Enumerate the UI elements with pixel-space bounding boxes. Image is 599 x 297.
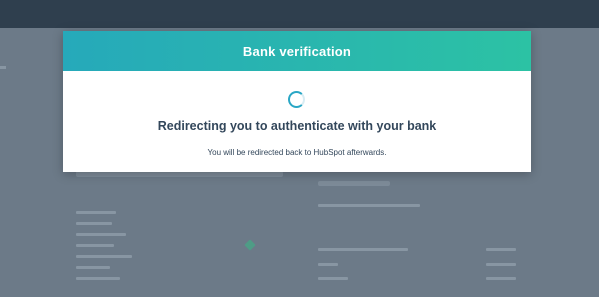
background-summary-value — [486, 248, 516, 251]
bank-verification-dialog: Bank verification Redirecting you to aut… — [63, 31, 531, 172]
background-detail-line — [76, 255, 132, 258]
dialog-title: Bank verification — [242, 43, 352, 59]
dialog-header: Bank verification — [63, 31, 531, 71]
background-summary-heading — [318, 181, 390, 186]
background-detail-line — [76, 244, 114, 247]
loading-spinner-icon — [288, 91, 305, 108]
background-summary-value — [486, 263, 516, 266]
redirect-subtext: You will be redirected back to HubSpot a… — [207, 148, 387, 157]
background-summary-row — [318, 248, 408, 251]
background-detail-line — [76, 277, 120, 280]
redirect-heading: Redirecting you to authenticate with you… — [157, 119, 437, 133]
background-detail-line — [76, 266, 110, 269]
background-summary-row — [318, 277, 348, 280]
background-summary-text — [318, 204, 420, 207]
background-side-marker — [0, 66, 6, 69]
background-detail-line — [76, 222, 112, 225]
background-detail-line — [76, 233, 126, 236]
background-detail-line — [76, 211, 116, 214]
background-summary-row — [318, 263, 338, 266]
background-summary-value — [486, 277, 516, 280]
app-top-navigation — [0, 0, 599, 28]
dialog-body: Redirecting you to authenticate with you… — [63, 71, 531, 172]
